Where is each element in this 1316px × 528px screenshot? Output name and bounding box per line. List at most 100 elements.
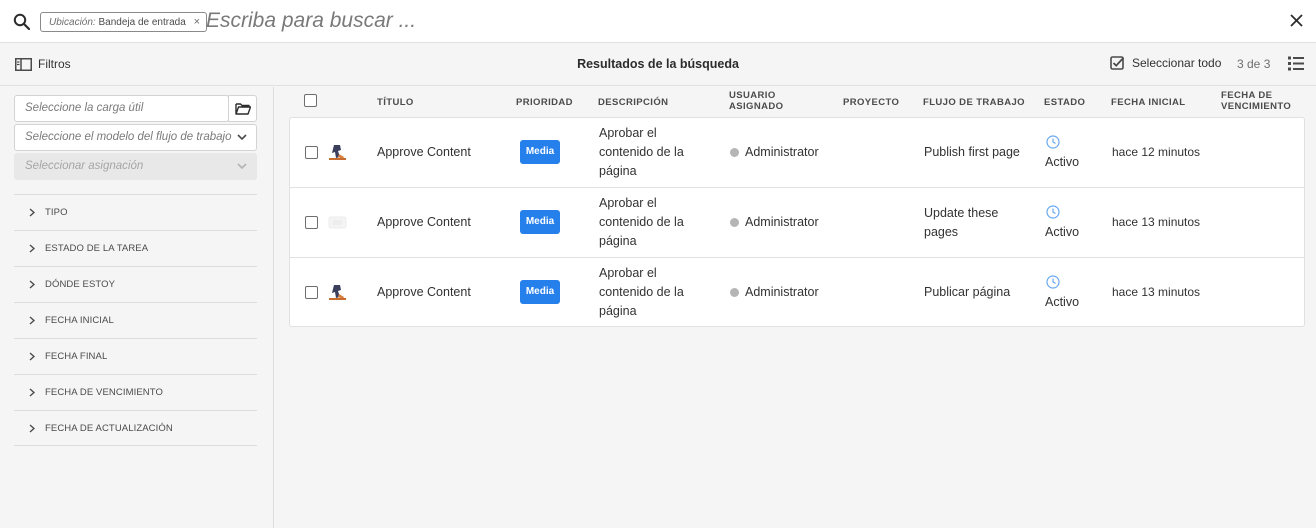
user-avatar-icon xyxy=(730,288,739,297)
column-header-project[interactable]: PROYECTO xyxy=(843,97,899,108)
row-description-line: página xyxy=(599,164,637,178)
facet-label: DÓNDE ESTOY xyxy=(45,279,116,290)
folder-icon xyxy=(234,103,251,115)
list-view-icon[interactable] xyxy=(1288,56,1304,71)
table-row[interactable]: Approve Content Media Aprobar el conteni… xyxy=(290,188,1304,258)
row-workflow: Publicar página xyxy=(924,283,1010,302)
assignment-placeholder: Seleccionar asignación xyxy=(25,160,144,172)
row-workflow-line: Update these xyxy=(924,206,999,220)
select-all-button[interactable]: Seleccionar todo xyxy=(1110,56,1221,70)
facet-start-date[interactable]: FECHA INICIAL xyxy=(14,302,257,338)
rail-icon xyxy=(15,57,32,71)
location-tag-key: Ubicación: xyxy=(49,17,96,28)
search-input[interactable]: Escriba para buscar ... xyxy=(206,9,416,33)
facet-list: TIPO ESTADO DE LA TAREA DÓNDE ESTOY FECH… xyxy=(14,194,257,446)
select-all-icon xyxy=(1110,56,1125,70)
row-status: Activo xyxy=(1045,295,1080,309)
row-description-line: Aprobar el xyxy=(599,196,657,210)
row-description-line: Aprobar el xyxy=(599,126,657,140)
priority-badge: Media xyxy=(520,210,560,234)
result-count: 3 de 3 xyxy=(1237,57,1271,71)
column-header-status[interactable]: ESTADO xyxy=(1044,97,1085,108)
column-header-assignee-line1: USUARIO xyxy=(729,90,776,101)
column-header-priority[interactable]: PRIORIDAD xyxy=(516,97,573,108)
assignment-select[interactable]: Seleccionar asignación xyxy=(14,153,257,180)
row-description: Aprobar el contenido de la página xyxy=(599,264,684,321)
results-toolbar: Filtros Resultados de la búsqueda Selecc… xyxy=(0,43,1316,86)
empty-thumbnail-icon xyxy=(328,216,347,229)
clock-icon xyxy=(1046,135,1060,149)
row-title[interactable]: Approve Content xyxy=(377,143,471,162)
row-description-line: contenido de la xyxy=(599,215,684,229)
results-table: Approve Content Media Aprobar el conteni… xyxy=(289,117,1305,327)
clock-icon xyxy=(1046,205,1060,219)
workflow-model-select[interactable]: Seleccione el modelo del flujo de trabaj… xyxy=(14,124,257,151)
column-header-due-date[interactable]: FECHA DE VENCIMIENTO xyxy=(1221,90,1291,112)
chevron-down-icon xyxy=(237,134,247,141)
column-header-due-line1: FECHA DE xyxy=(1221,90,1273,101)
column-header-title[interactable]: TÍTULO xyxy=(377,97,414,108)
chevron-down-icon xyxy=(237,163,247,170)
page-thumbnail-icon xyxy=(326,281,349,303)
facet-label: FECHA INICIAL xyxy=(45,315,114,326)
facet-where-am-i[interactable]: DÓNDE ESTOY xyxy=(14,266,257,302)
browse-payload-button[interactable] xyxy=(228,95,257,122)
user-avatar-icon xyxy=(730,218,739,227)
facet-end-date[interactable]: FECHA FINAL xyxy=(14,338,257,374)
facet-label: FECHA DE ACTUALIZACIÓN xyxy=(45,422,173,434)
row-title[interactable]: Approve Content xyxy=(377,213,471,232)
omnisearch-bar: Ubicación: Bandeja de entrada × Escriba … xyxy=(0,0,1316,43)
row-description-line: Aprobar el xyxy=(599,266,657,280)
column-header-workflow[interactable]: FLUJO DE TRABAJO xyxy=(923,97,1025,108)
row-title[interactable]: Approve Content xyxy=(377,283,471,302)
row-start-date: hace 13 minutos xyxy=(1112,285,1201,299)
table-row[interactable]: Approve Content Media Aprobar el conteni… xyxy=(290,258,1304,328)
payload-path-field[interactable]: Seleccione la carga útil xyxy=(14,95,229,122)
row-status: Activo xyxy=(1045,225,1080,239)
row-description: Aprobar el contenido de la página xyxy=(599,124,684,181)
close-icon[interactable] xyxy=(1290,14,1303,27)
row-start-date: hace 12 minutos xyxy=(1112,145,1201,159)
page-thumbnail-icon xyxy=(326,141,349,163)
facet-task-status[interactable]: ESTADO DE LA TAREA xyxy=(14,230,257,266)
row-workflow-line: Publish first page xyxy=(924,145,1020,159)
row-workflow: Publish first page xyxy=(924,143,1020,162)
remove-tag-icon[interactable]: × xyxy=(194,16,200,28)
row-assignee: Administrator xyxy=(730,283,819,302)
facet-label: FECHA FINAL xyxy=(45,351,108,362)
table-row[interactable]: Approve Content Media Aprobar el conteni… xyxy=(290,118,1304,188)
row-workflow-line: Publicar página xyxy=(924,285,1011,299)
column-header-start-date[interactable]: FECHA INICIAL xyxy=(1111,97,1186,108)
facet-label: TIPO xyxy=(45,207,68,218)
table-header: TÍTULO PRIORIDAD DESCRIPCIÓN USUARIO ASI… xyxy=(289,87,1305,116)
row-assignee-name: Administrator xyxy=(745,145,819,159)
column-header-due-line2: VENCIMIENTO xyxy=(1221,101,1292,112)
filter-rail: Seleccione la carga útil Seleccione el m… xyxy=(0,87,274,528)
row-description-line: página xyxy=(599,304,637,318)
column-header-description[interactable]: DESCRIPCIÓN xyxy=(598,97,668,108)
row-checkbox[interactable] xyxy=(305,286,318,299)
row-description: Aprobar el contenido de la página xyxy=(599,194,684,251)
facet-update-date[interactable]: FECHA DE ACTUALIZACIÓN xyxy=(14,410,257,446)
select-all-label: Seleccionar todo xyxy=(1132,56,1222,70)
location-filter-tag[interactable]: Ubicación: Bandeja de entrada × xyxy=(40,12,207,32)
location-tag-value: Bandeja de entrada xyxy=(98,17,186,28)
filters-toggle-button[interactable]: Filtros xyxy=(15,57,71,71)
row-status: Activo xyxy=(1045,155,1080,169)
facet-type[interactable]: TIPO xyxy=(14,194,257,230)
facet-due-date[interactable]: FECHA DE VENCIMIENTO xyxy=(14,374,257,410)
row-assignee: Administrator xyxy=(730,143,819,162)
user-avatar-icon xyxy=(730,148,739,157)
select-all-checkbox[interactable] xyxy=(304,94,317,107)
row-checkbox[interactable] xyxy=(305,216,318,229)
row-assignee-name: Administrator xyxy=(745,215,819,229)
clock-icon xyxy=(1046,275,1060,289)
column-header-assignee[interactable]: USUARIO ASIGNADO xyxy=(729,90,783,112)
search-icon[interactable] xyxy=(13,13,31,31)
workflow-model-placeholder: Seleccione el modelo del flujo de trabaj… xyxy=(25,131,232,143)
priority-badge: Media xyxy=(520,140,560,164)
chevron-right-icon xyxy=(29,423,35,433)
facet-label: FECHA DE VENCIMIENTO xyxy=(45,387,163,398)
row-checkbox[interactable] xyxy=(305,146,318,159)
row-description-line: página xyxy=(599,234,637,248)
